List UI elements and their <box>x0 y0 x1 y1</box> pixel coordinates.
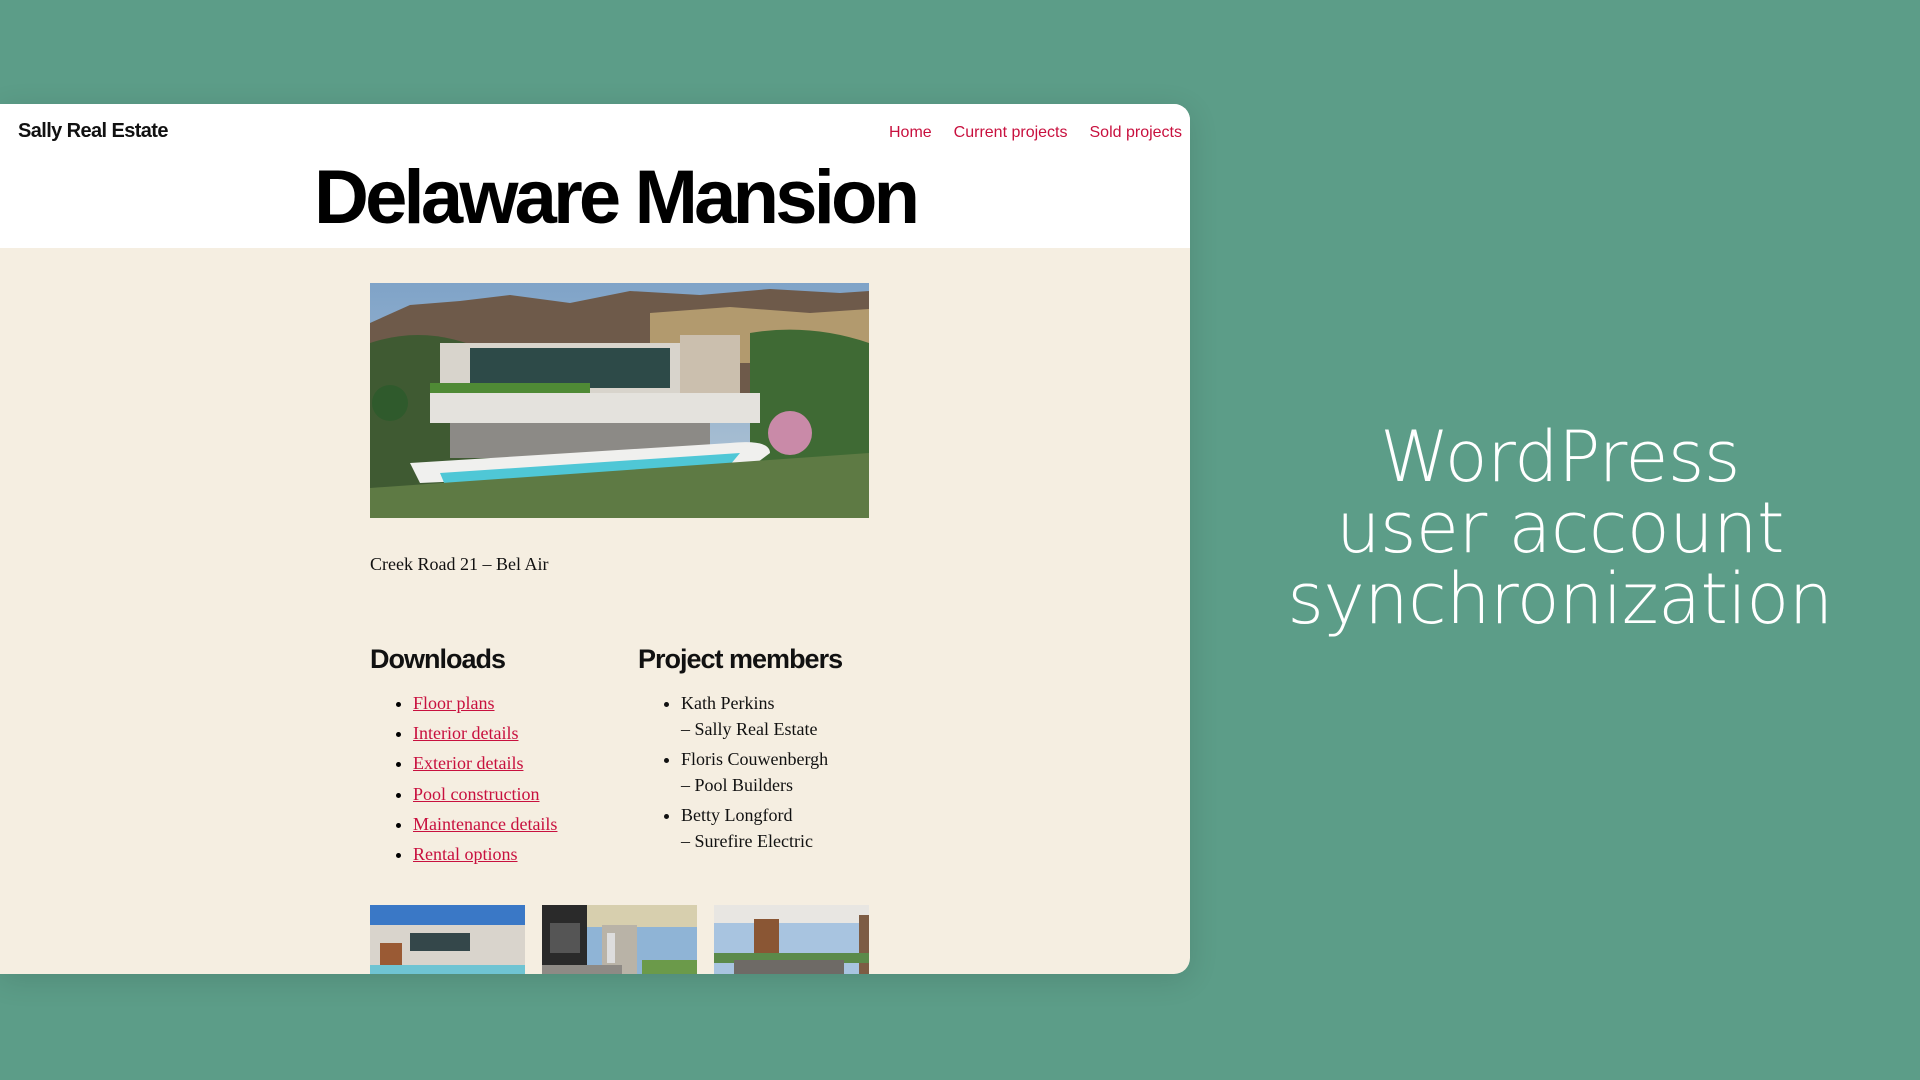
headline-line: user account <box>1336 487 1784 569</box>
download-link-pool-construction[interactable]: Pool construction <box>413 784 540 804</box>
list-item: Floor plans <box>413 691 557 721</box>
site-header: Sally Real Estate Home Current projects … <box>0 104 1190 248</box>
member-name: Kath Perkins <box>681 693 775 713</box>
member-company: – Surefire Electric <box>681 830 813 851</box>
headline-line: WordPress <box>1380 416 1740 498</box>
project-members-heading: Project members <box>638 644 843 674</box>
living-room-view-photo <box>714 905 869 974</box>
website-screenshot-card: Sally Real Estate Home Current projects … <box>0 104 1190 974</box>
property-address: Creek Road 21 – Bel Air <box>370 554 549 574</box>
downloads-list: Floor plans Interior details Exterior de… <box>370 691 557 872</box>
member-name: Floris Couwenbergh <box>681 749 829 769</box>
download-link-rental-options[interactable]: Rental options <box>413 844 518 864</box>
headline-line: synchronization <box>1287 558 1833 640</box>
promo-headline: WordPress user account synchronization <box>1255 422 1865 635</box>
member-item: Betty Longford – Surefire Electric <box>681 803 828 854</box>
page-title: Delaware Mansion <box>314 155 920 240</box>
list-item: Rental options <box>413 842 557 872</box>
member-company: – Pool Builders <box>681 774 794 795</box>
member-name: Betty Longford <box>681 805 793 825</box>
nav-home[interactable]: Home <box>889 124 932 142</box>
gallery-thumb-exterior[interactable] <box>370 905 525 974</box>
hero-image <box>370 283 869 518</box>
gallery-thumb-living-room[interactable] <box>714 905 869 974</box>
download-link-interior-details[interactable]: Interior details <box>413 723 518 743</box>
downloads-heading: Downloads <box>370 644 506 674</box>
main-nav: Home Current projects Sold projects <box>889 124 1182 142</box>
gallery-thumb-patio[interactable] <box>542 905 697 974</box>
member-item: Floris Couwenbergh – Pool Builders <box>681 747 828 798</box>
list-item: Interior details <box>413 721 557 751</box>
site-title[interactable]: Sally Real Estate <box>18 120 168 143</box>
nav-sold-projects[interactable]: Sold projects <box>1090 124 1183 142</box>
list-item: Maintenance details <box>413 812 557 842</box>
mansion-photo-illustration <box>370 283 869 518</box>
list-item: Pool construction <box>413 782 557 812</box>
list-item: Exterior details <box>413 751 557 781</box>
project-members-list: Kath Perkins – Sally Real Estate Floris C… <box>638 691 828 859</box>
download-link-exterior-details[interactable]: Exterior details <box>413 753 523 773</box>
nav-current-projects[interactable]: Current projects <box>954 124 1068 142</box>
download-link-floor-plans[interactable]: Floor plans <box>413 693 495 713</box>
member-item: Kath Perkins – Sally Real Estate <box>681 691 828 742</box>
covered-patio-photo <box>542 905 697 974</box>
member-company: – Sally Real Estate <box>681 718 818 739</box>
exterior-pool-photo <box>370 905 525 974</box>
download-link-maintenance-details[interactable]: Maintenance details <box>413 814 557 834</box>
